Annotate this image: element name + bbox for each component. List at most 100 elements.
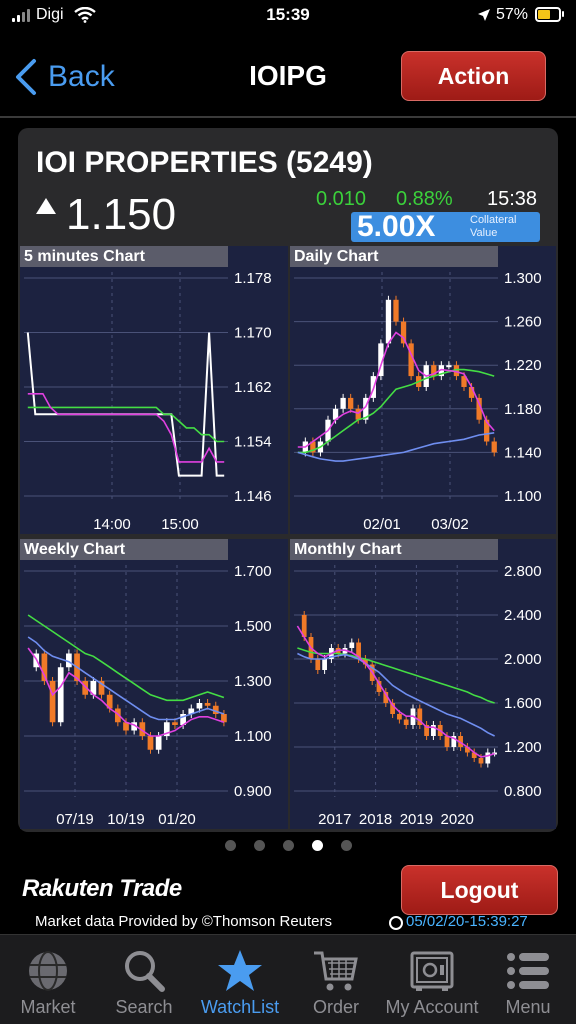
candle [349,642,355,648]
y-tick-label: 1.600 [504,695,542,712]
battery-icon [535,7,561,22]
y-tick-label: 1.300 [234,673,272,690]
x-tick-label: 10/19 [107,811,145,828]
search-icon [125,951,165,992]
x-tick-label: 15:00 [161,516,199,533]
price-change-percent: 0.88% [396,188,453,210]
y-tick-label: 1.146 [234,488,272,505]
chevron-left-icon [16,59,36,95]
candle [49,681,56,723]
tab-market[interactable]: Market [0,935,96,1024]
y-tick-label: 1.178 [234,270,272,287]
candle [172,722,178,725]
x-tick-label: 2020 [441,811,474,828]
candle [204,703,211,706]
chart-daily-plot: 1.300 1.260 1.220 1.180 1.140 1.100 02/01 03/02 [294,270,542,533]
tab-order[interactable]: Order [288,935,384,1024]
y-tick-label: 2.400 [504,607,542,624]
candle [355,408,361,420]
x-tick-label: 07/19 [56,811,94,828]
candle [155,736,162,750]
y-tick-label: 0.900 [234,783,272,800]
page-dot-active[interactable] [312,840,323,851]
y-tick-label: 1.220 [504,357,542,374]
y-tick-label: 1.162 [234,379,272,396]
globe-icon [29,951,67,991]
page-title: IOIPG [249,60,327,91]
x-tick-label: 14:00 [93,516,131,533]
tab-watchlist[interactable]: WatchList [192,935,288,1024]
chart-5min[interactable]: 5 minutes Chart 1.178 1.170 1.162 1.154 1.14… [20,246,288,534]
tab-search[interactable]: Search [96,935,192,1024]
series-line [26,332,225,477]
back-button[interactable]: Back [14,54,115,100]
x-tick-label: 2019 [400,811,433,828]
battery-percent: 57% [496,6,529,23]
candle [478,758,484,764]
candle [485,752,491,764]
y-tick-label: 1.500 [234,618,272,635]
safe-icon [410,951,454,991]
candle [57,667,64,723]
chart-5min-plot: 1.178 1.170 1.162 1.154 1.146 14:00 15:00 [24,270,272,533]
y-tick-label: 2.000 [504,651,542,668]
y-tick-label: 1.300 [504,270,542,287]
nav-divider [0,116,576,118]
star-icon [218,950,262,991]
action-button[interactable]: Action [401,51,546,101]
y-tick-label: 1.700 [234,563,272,580]
chart-daily[interactable]: Daily Chart 1.300 1.260 1.220 1.180 1.140 1.1… [290,246,556,534]
page-dot[interactable] [341,840,352,851]
tab-bar: Market Search WatchList Order My Account… [0,934,576,1024]
tab-menu[interactable]: Menu [480,935,576,1024]
logout-button[interactable]: Logout [401,865,558,915]
data-provider-text: Market data Provided by ©Thomson Reuters [35,913,333,930]
stock-name: IOI PROPERTIES (5249) [36,146,373,179]
y-tick-label: 1.260 [504,314,542,331]
x-tick-label: 2018 [359,811,392,828]
page-dot[interactable] [254,840,265,851]
candle [446,365,452,368]
series-line [27,406,225,443]
candle [147,736,154,750]
y-tick-label: 1.100 [234,728,272,745]
x-tick-label: 01/20 [158,811,196,828]
candle [322,659,327,670]
candle [397,714,402,720]
collateral-label: Collateral Value [470,214,517,239]
page-dot[interactable] [225,840,236,851]
chart-weekly[interactable]: Weekly Chart 1.700 1.500 1.300 1.100 0.900 07… [20,539,288,829]
candle [315,659,321,670]
status-bar: Digi 15:39 57% [0,0,576,30]
x-tick-label: 02/01 [363,516,401,533]
y-tick-label: 0.800 [504,783,542,800]
last-price: 1.150 [66,190,177,239]
refresh-icon[interactable] [389,916,403,930]
chart-monthly[interactable]: Monthly Chart 2.800 2.400 2.000 1.600 1.200 0… [290,539,556,829]
y-tick-label: 1.154 [234,434,272,451]
menu-icon [507,953,549,989]
collateral-value: 5.00X [357,210,436,243]
back-label: Back [48,60,115,93]
y-tick-label: 1.180 [504,401,542,418]
x-tick-label: 2017 [318,811,351,828]
y-tick-label: 2.800 [504,563,542,580]
candle [385,299,392,344]
y-tick-label: 1.200 [504,739,542,756]
up-arrow-icon [36,198,56,214]
price-change: 0.010 [316,188,367,210]
last-update-timestamp: 05/02/20-15:39:27 [406,913,528,930]
y-tick-label: 1.100 [504,488,542,505]
candle [196,703,203,709]
page-dot[interactable] [283,840,294,851]
quote-time: 15:38 [487,188,538,210]
x-tick-label: 03/02 [431,516,469,533]
candle [348,397,354,409]
candle [444,736,450,747]
candle [403,719,409,725]
tab-my-account[interactable]: My Account [384,935,480,1024]
location-arrow-icon [478,9,490,21]
y-tick-label: 1.170 [234,325,272,342]
candle [393,299,399,322]
rakuten-trade-logo: Rakuten Trade [22,875,182,902]
